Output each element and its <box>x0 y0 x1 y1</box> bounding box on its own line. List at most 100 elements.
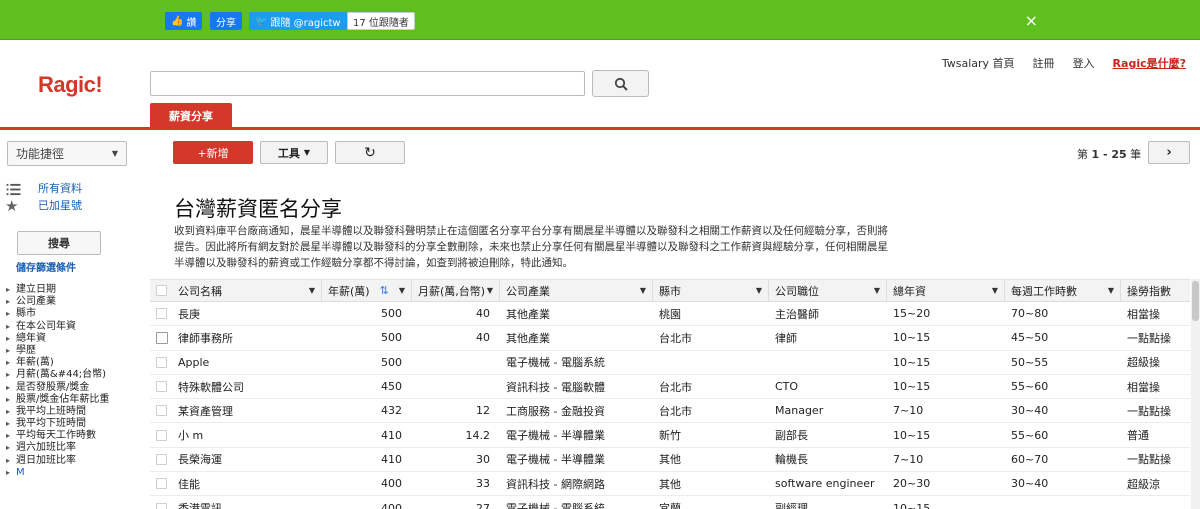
cell-city <box>659 351 769 374</box>
filter-field[interactable]: 總年資 <box>6 333 136 345</box>
facebook-share-button[interactable]: 分享 <box>210 12 242 30</box>
filter-field[interactable]: 我平均下班時間 <box>6 418 136 430</box>
filter-field[interactable]: 週六加班比率 <box>6 442 136 454</box>
column-header-position[interactable]: 公司職位 ▼ <box>769 280 887 301</box>
column-header-monthly-salary[interactable]: 月薪(萬,台幣) ▼ <box>412 280 500 301</box>
home-link[interactable]: Twsalary 首頁 <box>942 55 1015 71</box>
tools-button[interactable]: 工具 ▼ <box>260 141 328 164</box>
row-checkbox[interactable] <box>156 331 168 344</box>
filter-field[interactable]: 平均每天工作時數 <box>6 430 136 442</box>
select-all-checkbox[interactable] <box>156 285 167 296</box>
scrollbar-thumb[interactable] <box>1192 281 1199 321</box>
cell-annual-salary: 432 <box>381 404 402 418</box>
cell-total-years: 20~30 <box>893 477 931 491</box>
column-header-weekly-hours[interactable]: 每週工作時數 ▼ <box>1005 280 1121 301</box>
filter-search-button[interactable]: 搜尋 <box>17 231 101 255</box>
cell-monthly-salary: 40 <box>476 307 490 321</box>
cell-industry: 其他產業 <box>506 331 550 345</box>
column-label: 公司名稱 <box>178 284 222 298</box>
row-checkbox[interactable] <box>156 308 167 320</box>
save-filter-link[interactable]: 儲存篩選條件 <box>16 259 76 274</box>
cell-annual-salary: 450 <box>381 380 402 394</box>
cell-industry: 資訊科技 - 電腦軟體 <box>506 380 605 394</box>
pager-text: 第 1 - 25 筆 <box>1077 146 1141 162</box>
cell-monthly-salary: 14.2 <box>465 428 491 442</box>
what-is-ragic-link[interactable]: Ragic是什麼? <box>1113 55 1186 71</box>
filter-field[interactable]: 是否發股票/獎金 <box>6 382 136 394</box>
table-header: 公司名稱 ▼ 年薪(萬) ⇅ ▼ 月薪(萬,台幣) ▼ 公司產業 ▼ 縣市 ▼ 公司職位 ▼ … <box>150 279 1190 302</box>
cell-industry: 電子機械 - 半導體業 <box>506 429 605 443</box>
filter-field[interactable]: 股票/獎金佔年薪比重 <box>6 394 136 406</box>
refresh-button[interactable]: ↻ <box>335 141 405 164</box>
table-row[interactable]: Apple 500 電子機械 - 電腦系統 10~15 50~55 超級操 <box>150 351 1190 375</box>
table-row[interactable]: 小 m 410 14.2 電子機械 - 半導體業 新竹 副部長 10~15 55~60 普通 <box>150 423 1190 448</box>
filter-field[interactable]: 月薪(萬&#44;台幣) <box>6 369 136 381</box>
table-row[interactable]: 佳能 400 33 資訊科技 - 網際網路 其他 software engineer 20~… <box>150 472 1190 497</box>
filter-field[interactable]: 我平均上班時間 <box>6 406 136 418</box>
search-button[interactable] <box>592 70 649 97</box>
filter-field[interactable]: 年薪(萬) <box>6 357 136 369</box>
filter-field[interactable]: 在本公司年資 <box>6 321 136 333</box>
row-checkbox[interactable] <box>156 405 167 417</box>
ragic-logo[interactable]: Ragic! <box>38 72 103 98</box>
column-header-city[interactable]: 縣市 ▼ <box>653 280 769 301</box>
follower-count: 17 位跟隨者 <box>347 12 415 30</box>
cell-industry: 工商服務 - 金融投資 <box>506 404 605 418</box>
column-label: 縣市 <box>659 284 681 298</box>
filter-field[interactable]: 縣市 <box>6 308 136 320</box>
cell-monthly-salary <box>412 351 500 374</box>
filter-field[interactable]: 學歷 <box>6 345 136 357</box>
table-row[interactable]: 律師事務所 500 40 其他產業 台北市 律師 10~15 45~50 一點點操 <box>150 326 1190 351</box>
search-input[interactable] <box>150 71 585 96</box>
column-header-stress[interactable]: 操勞指數 <box>1121 280 1190 301</box>
cell-total-years: 7~10 <box>893 404 924 418</box>
filter-field[interactable]: 週日加班比率 <box>6 455 136 467</box>
header-links: Twsalary 首頁 註冊 登入 Ragic是什麼? <box>942 55 1186 71</box>
login-link[interactable]: 登入 <box>1073 55 1095 71</box>
cell-monthly-salary: 12 <box>476 404 490 418</box>
column-header-industry[interactable]: 公司產業 ▼ <box>500 280 653 301</box>
facebook-like-button[interactable]: 👍 讚 <box>165 12 203 30</box>
cell-company: 律師事務所 <box>178 331 233 345</box>
cell-monthly-salary: 33 <box>476 477 490 491</box>
add-record-button[interactable]: +新增 <box>173 141 253 164</box>
row-checkbox[interactable] <box>156 453 167 465</box>
column-header-annual-salary[interactable]: 年薪(萬) ⇅ ▼ <box>322 280 412 301</box>
table-row[interactable]: 某資產管理 432 12 工商服務 - 金融投資 台北市 Manager 7~10 30~40… <box>150 399 1190 424</box>
next-page-button[interactable]: › <box>1148 141 1190 164</box>
cell-company: 長庚 <box>178 307 200 321</box>
cell-industry: 電子機械 - 電腦系統 <box>506 502 605 509</box>
column-header-company[interactable]: 公司名稱 ▼ <box>174 280 322 301</box>
row-checkbox[interactable] <box>156 429 167 441</box>
row-checkbox[interactable] <box>156 502 167 509</box>
cell-position: CTO <box>775 380 799 394</box>
quick-access-select[interactable]: 功能捷徑 ▼ <box>7 141 127 166</box>
sidebar-item-all-records[interactable]: 所有資料 <box>38 180 82 196</box>
cell-annual-salary: 400 <box>381 477 402 491</box>
register-link[interactable]: 註冊 <box>1033 55 1055 71</box>
filter-field[interactable]: 公司產業 <box>6 296 136 308</box>
list-icon <box>6 183 21 196</box>
tab-salary-share[interactable]: 薪資分享 <box>150 103 232 128</box>
column-label: 月薪(萬,台幣) <box>418 284 486 298</box>
table-row[interactable]: 特殊軟體公司 450 資訊科技 - 電腦軟體 台北市 CTO 10~15 55~60 相當操 <box>150 375 1190 400</box>
cell-stress: 超級涼 <box>1127 477 1160 491</box>
row-checkbox[interactable] <box>156 356 167 368</box>
table-row[interactable]: 香港電訊 400 27 電子機械 - 電腦系統 宜蘭 副經理 10~15 <box>150 496 1190 509</box>
row-checkbox[interactable] <box>156 381 167 393</box>
filter-field[interactable]: 建立日期 <box>6 284 136 296</box>
cell-annual-salary: 500 <box>381 307 402 321</box>
table-scrollbar[interactable] <box>1191 279 1200 509</box>
close-icon[interactable]: × <box>1025 11 1038 30</box>
filter-field[interactable]: M <box>6 467 136 479</box>
twitter-follow-button[interactable]: 🐦 跟隨 @ragictw <box>249 12 347 30</box>
social-bar: 👍 讚 分享 🐦 跟隨 @ragictw 17 位跟隨者 × <box>0 0 1200 40</box>
row-checkbox[interactable] <box>156 478 167 490</box>
cell-stress: 一點點操 <box>1127 331 1171 345</box>
table-row[interactable]: 長榮海運 410 30 電子機械 - 半導體業 其他 輪機長 7~10 60~70 一點點操 <box>150 448 1190 473</box>
sidebar-item-starred[interactable]: 已加星號 <box>38 197 82 213</box>
table-row[interactable]: 長庚 500 40 其他產業 桃園 主治醫師 15~20 70~80 相當操 <box>150 302 1190 327</box>
cell-stress: 相當操 <box>1127 307 1160 321</box>
column-header-total-years[interactable]: 總年資 ▼ <box>887 280 1005 301</box>
cell-industry: 其他產業 <box>506 307 550 321</box>
